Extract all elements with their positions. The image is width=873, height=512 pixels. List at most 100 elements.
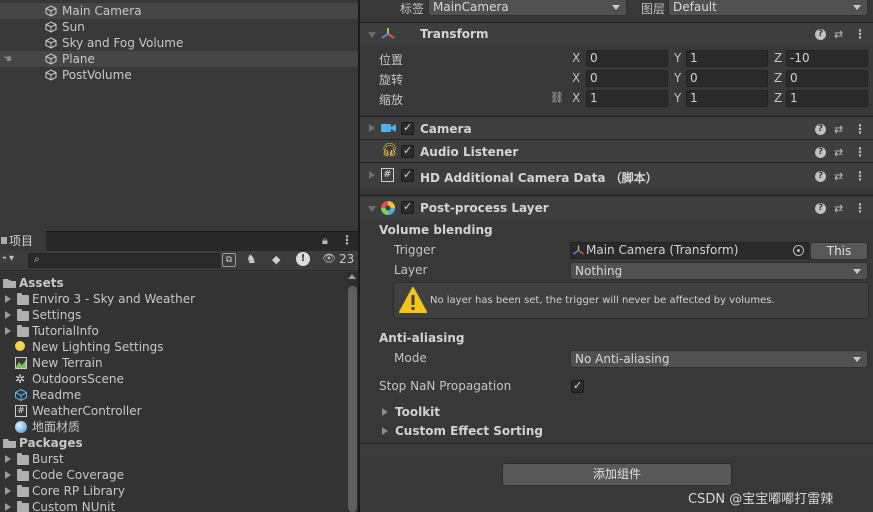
- position-x-field[interactable]: 0: [586, 50, 668, 67]
- help-icon[interactable]: ?: [815, 171, 826, 182]
- tree-item-new-lighting-settings[interactable]: New Lighting Settings: [0, 339, 346, 355]
- rotation-z-field[interactable]: 0: [786, 70, 868, 87]
- tree-item-packages[interactable]: Packages: [0, 435, 346, 451]
- tree-item-custom-nunit[interactable]: Custom NUnit: [0, 499, 346, 512]
- hierarchy-item-sun[interactable]: Sun: [0, 19, 358, 35]
- help-icon[interactable]: ?: [815, 124, 826, 135]
- collapse-arrow-icon[interactable]: [5, 455, 11, 463]
- trigger-object-field[interactable]: Main Camera (Transform): [570, 242, 809, 259]
- camera-enabled-checkbox[interactable]: [401, 121, 414, 135]
- create-dropdown-icon[interactable]: ╸▾: [3, 253, 14, 264]
- tree-item-settings[interactable]: Settings: [0, 307, 346, 323]
- hierarchy-item-main-camera[interactable]: Main Camera: [0, 3, 358, 19]
- component-menu-icon[interactable]: ⋮: [854, 169, 866, 183]
- presets-icon[interactable]: ⇄: [834, 170, 843, 183]
- visibility-eye-icon[interactable]: 👁︎: [322, 252, 336, 265]
- camera-header[interactable]: Camera ? ⇄ ⋮: [360, 116, 873, 139]
- constrain-proportions-link-icon[interactable]: ⛓︎: [550, 91, 564, 104]
- position-y-field[interactable]: 1: [686, 50, 768, 67]
- tree-item-material[interactable]: 地面材质: [0, 419, 346, 435]
- foldout-arrow-icon[interactable]: [382, 427, 388, 435]
- foldout-arrow-icon[interactable]: [368, 32, 376, 38]
- tree-item-new-terrain[interactable]: New Terrain: [0, 355, 346, 371]
- collapse-arrow-icon[interactable]: [5, 503, 11, 511]
- stop-nan-checkbox[interactable]: [571, 379, 584, 393]
- filter-by-type-icon[interactable]: ♞: [246, 252, 257, 266]
- tree-item-tutorialinfo[interactable]: TutorialInfo: [0, 323, 346, 339]
- component-menu-icon[interactable]: ⋮: [854, 122, 866, 136]
- collapse-arrow-icon[interactable]: [5, 487, 11, 495]
- post-process-enabled-checkbox[interactable]: [401, 200, 414, 214]
- presets-icon[interactable]: ⇄: [834, 146, 843, 159]
- volume-blending-heading: Volume blending: [379, 223, 493, 237]
- tag-value: MainCamera: [433, 0, 509, 14]
- presets-icon[interactable]: ⇄: [834, 123, 843, 136]
- audio-listener-enabled-checkbox[interactable]: [401, 144, 414, 158]
- help-icon[interactable]: ?: [815, 203, 826, 214]
- presets-icon[interactable]: ⇄: [834, 202, 843, 215]
- foldout-arrow-icon[interactable]: [368, 206, 376, 212]
- foldout-arrow-icon[interactable]: [369, 124, 375, 132]
- post-process-layer-header[interactable]: Post-process Layer ? ⇄ ⋮: [360, 195, 873, 219]
- collapse-arrow-icon[interactable]: [5, 295, 11, 303]
- scale-y-field[interactable]: 1: [686, 90, 768, 107]
- tree-item-enviro[interactable]: Enviro 3 - Sky and Weather: [0, 291, 346, 307]
- tag-dropdown[interactable]: MainCamera: [428, 0, 627, 16]
- audio-listener-header[interactable]: 🎧︎ Audio Listener ? ⇄ ⋮: [360, 139, 873, 162]
- tree-item-outdoorsscene[interactable]: ✲ OutdoorsScene: [0, 371, 346, 387]
- tree-item-label: Readme: [32, 388, 82, 402]
- tab-project[interactable]: 项目: [0, 231, 46, 251]
- component-menu-icon[interactable]: ⋮: [854, 201, 866, 215]
- tree-item-label: Burst: [32, 452, 64, 466]
- position-z-field[interactable]: -10: [786, 50, 868, 67]
- object-picker-icon[interactable]: [793, 245, 804, 256]
- search-input[interactable]: ⌕: [28, 253, 220, 268]
- filter-by-label-icon[interactable]: ◆: [272, 253, 280, 266]
- tree-item-burst[interactable]: Burst: [0, 451, 346, 467]
- foldout-arrow-icon[interactable]: [382, 408, 388, 416]
- help-icon[interactable]: ?: [815, 29, 826, 40]
- rotation-x-field[interactable]: 0: [586, 70, 668, 87]
- collapse-arrow-icon[interactable]: [5, 471, 11, 479]
- transform-header[interactable]: Transform ? ⇄ ⋮: [360, 22, 873, 45]
- tree-item-readme[interactable]: Readme: [0, 387, 346, 403]
- collapse-arrow-icon[interactable]: [5, 327, 11, 335]
- collapse-arrow-icon[interactable]: [5, 311, 11, 319]
- component-menu-icon[interactable]: ⋮: [854, 27, 866, 41]
- hd-camera-enabled-checkbox[interactable]: [401, 168, 414, 182]
- toolkit-foldout[interactable]: Toolkit: [360, 403, 873, 422]
- lock-icon[interactable]: 🔒︎: [322, 234, 328, 248]
- scale-z-field[interactable]: 1: [786, 90, 868, 107]
- hd-camera-data-header[interactable]: # HD Additional Camera Data （脚本） ? ⇄ ⋮: [360, 162, 873, 187]
- hierarchy-item-postvolume[interactable]: PostVolume: [0, 67, 358, 83]
- layer-dropdown[interactable]: Default: [668, 0, 868, 16]
- tree-item-code-coverage[interactable]: Code Coverage: [0, 467, 346, 483]
- foldout-arrow-icon[interactable]: [369, 171, 375, 179]
- presets-icon[interactable]: ⇄: [834, 28, 843, 41]
- csharp-script-icon: #: [15, 405, 27, 417]
- help-icon[interactable]: ?: [815, 147, 826, 158]
- tree-item-assets[interactable]: Assets: [0, 275, 346, 291]
- layer-mask-dropdown[interactable]: Nothing: [570, 262, 868, 280]
- this-button[interactable]: This: [810, 242, 868, 260]
- inspector-footer-strip: [360, 444, 873, 456]
- terrain-icon: [15, 357, 27, 369]
- tree-item-core-rp-library[interactable]: Core RP Library: [0, 483, 346, 499]
- scroll-up-arrow-icon[interactable]: [348, 274, 356, 279]
- hierarchy-item-sky-and-fog-volume[interactable]: Sky and Fog Volume: [0, 35, 358, 51]
- warning-filter-icon[interactable]: !: [296, 252, 310, 266]
- lightbulb-icon: [15, 341, 25, 351]
- tree-item-weathercontroller[interactable]: # WeatherController: [0, 403, 346, 419]
- component-menu-icon[interactable]: ⋮: [854, 145, 866, 159]
- more-options-icon[interactable]: ⋮: [341, 233, 353, 247]
- rotation-y-field[interactable]: 0: [686, 70, 768, 87]
- hierarchy-item-label: Sun: [62, 20, 85, 34]
- project-scrollbar-thumb[interactable]: [348, 286, 357, 512]
- add-component-button[interactable]: 添加组件: [502, 463, 732, 486]
- scale-x-field[interactable]: 1: [586, 90, 668, 107]
- custom-effect-sorting-foldout[interactable]: Custom Effect Sorting: [360, 422, 873, 441]
- post-process-title: Post-process Layer: [420, 201, 549, 215]
- hierarchy-item-plane[interactable]: ☚ Plane: [0, 51, 358, 67]
- search-by-type-icon[interactable]: ⧉: [222, 253, 236, 267]
- anti-aliasing-mode-dropdown[interactable]: No Anti-aliasing: [570, 350, 868, 368]
